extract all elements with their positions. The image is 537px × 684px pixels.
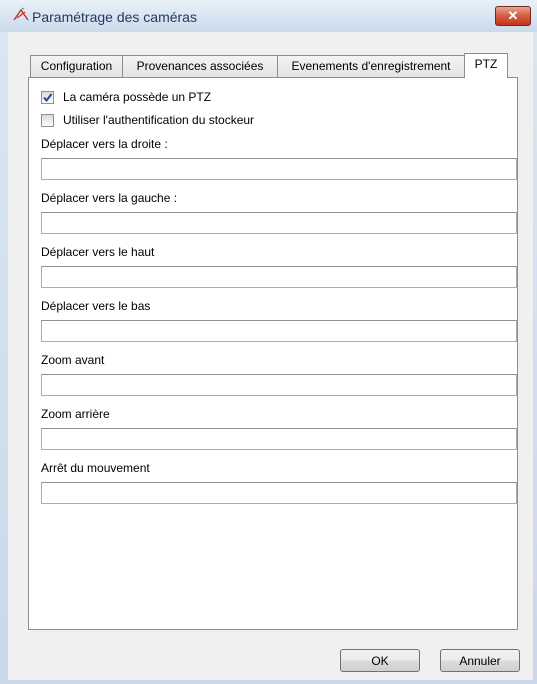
camera-app-icon xyxy=(13,7,29,21)
move-right-label: Déplacer vers la droite : xyxy=(41,137,168,151)
stop-movement-field[interactable] xyxy=(41,482,517,504)
tab-configuration[interactable]: Configuration xyxy=(30,55,123,77)
move-down-label: Déplacer vers le bas xyxy=(41,299,151,313)
tab-label: Evenements d'enregistrement xyxy=(291,59,451,73)
dialog-client-area: Configuration Provenances associées Even… xyxy=(8,32,533,680)
use-auth-checkbox[interactable] xyxy=(41,114,54,127)
close-icon: ✕ xyxy=(507,8,519,23)
cancel-button[interactable]: Annuler xyxy=(440,649,520,672)
move-left-label: Déplacer vers la gauche : xyxy=(41,191,178,205)
move-up-field[interactable] xyxy=(41,266,517,288)
tab-ptz[interactable]: PTZ xyxy=(464,53,508,78)
tab-label: Provenances associées xyxy=(136,59,264,73)
stop-movement-label: Arrêt du mouvement xyxy=(41,461,150,475)
has-ptz-label: La caméra possède un PTZ xyxy=(63,90,212,104)
checkmark-icon xyxy=(43,93,53,103)
move-left-field[interactable] xyxy=(41,212,517,234)
move-up-label: Déplacer vers le haut xyxy=(41,245,155,259)
zoom-in-label: Zoom avant xyxy=(41,353,105,367)
zoom-in-field[interactable] xyxy=(41,374,517,396)
has-ptz-checkbox[interactable] xyxy=(41,91,54,104)
ptz-panel: La caméra possède un PTZ Utiliser l'auth… xyxy=(28,77,518,630)
tab-evenements-enregistrement[interactable]: Evenements d'enregistrement xyxy=(277,55,465,77)
close-button[interactable]: ✕ xyxy=(495,6,531,26)
camera-settings-window: Paramétrage des caméras ✕ Configuration … xyxy=(0,0,537,684)
window-title: Paramétrage des caméras xyxy=(32,9,197,25)
tab-provenances-associees[interactable]: Provenances associées xyxy=(122,55,278,77)
move-right-field[interactable] xyxy=(41,158,517,180)
tab-label: PTZ xyxy=(474,57,498,71)
use-auth-label: Utiliser l'authentification du stockeur xyxy=(63,113,255,127)
move-down-field[interactable] xyxy=(41,320,517,342)
tab-label: Configuration xyxy=(40,59,113,73)
zoom-out-label: Zoom arrière xyxy=(41,407,110,421)
zoom-out-field[interactable] xyxy=(41,428,517,450)
title-bar[interactable]: Paramétrage des caméras ✕ xyxy=(0,0,537,32)
ok-button[interactable]: OK xyxy=(340,649,420,672)
